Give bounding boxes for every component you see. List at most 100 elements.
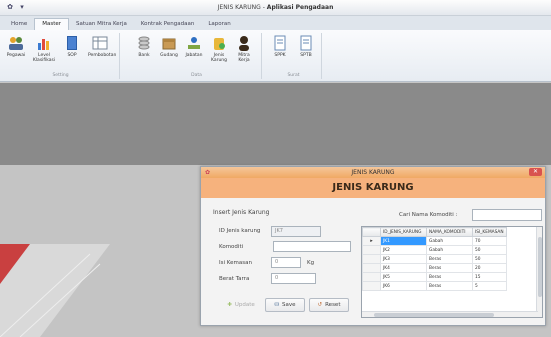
mitra-kerja-button[interactable]: Mitra Kerja (232, 35, 256, 63)
grid-column-header[interactable]: NAMA_KOMODITI (426, 227, 473, 237)
grid-column-header[interactable]: ID_JENIS_KARUNG (380, 227, 427, 237)
grid-cell[interactable]: JK3 (380, 254, 427, 264)
horizontal-scrollbar[interactable] (362, 311, 538, 317)
sptb-label: SPTB (300, 53, 312, 58)
jenis-karung-grid[interactable]: ID_JENIS_KARUNG NAMA_KOMODITI ISI_KEMASAN ▸… (361, 226, 543, 318)
grid-cell[interactable]: 5 (472, 281, 507, 291)
save-button[interactable]: ⛁ Save (265, 298, 305, 312)
ribbon-group-surat: SPPK SPTB Surat (266, 33, 322, 79)
pegawai-button[interactable]: Pegawai (4, 35, 28, 58)
grid-cell[interactable]: Gabah (426, 236, 473, 246)
grid-column-header[interactable]: ISI_KEMASAN (472, 227, 507, 237)
id-jenis-karung-field: JK7 (271, 226, 321, 237)
jenis-karung-dialog: ✿ JENIS KARUNG ✕ JENIS KARUNG Insert Jen… (200, 166, 546, 326)
search-label: Cari Nama Komoditi : (399, 212, 458, 218)
decorative-wedge (0, 244, 110, 337)
group-label-surat: Surat (287, 73, 300, 78)
row-header[interactable] (362, 272, 381, 282)
grid-cell[interactable]: JK4 (380, 263, 427, 273)
reset-icon: ↺ (317, 302, 323, 308)
sptb-button[interactable]: SPTB (294, 35, 318, 58)
grid-cell[interactable]: Beras (426, 254, 473, 264)
insert-section-title: Insert Jenis Karung (213, 209, 270, 216)
grid-cell[interactable]: Beras (426, 281, 473, 291)
grid-cell[interactable]: 20 (472, 263, 507, 273)
id-jenis-karung-label: ID Jenis karung (219, 228, 261, 234)
title-prefix: JENIS KARUNG (217, 4, 261, 11)
grid-cell[interactable]: 70 (472, 236, 507, 246)
pegawai-label: Pegawai (6, 53, 26, 58)
sppk-label: SPPK (274, 53, 286, 58)
dialog-title-bar: ✿ JENIS KARUNG ✕ (201, 167, 545, 178)
sppk-button[interactable]: SPPK (268, 35, 292, 58)
level-klasifikasi-label: Level Klasifikasi (32, 53, 56, 63)
kemasan-unit: Kg (307, 260, 315, 266)
jenis-karung-label: Jenis Karung (210, 53, 228, 63)
pembobotan-button[interactable]: Pembobotan (88, 35, 116, 58)
jenis-karung-button[interactable]: Jenis Karung (207, 35, 231, 63)
grid-cell[interactable]: JK2 (380, 245, 427, 255)
level-klasifikasi-button[interactable]: Level Klasifikasi (32, 35, 56, 63)
user-desk-icon (186, 35, 202, 51)
group-label-setting: Setting (52, 73, 69, 78)
isi-kemasan-value: 0 (275, 259, 279, 265)
tab-laporan[interactable]: Laporan (201, 19, 237, 30)
bank-button[interactable]: Bank (132, 35, 156, 58)
gudang-label: Gudang (160, 53, 178, 58)
gudang-button[interactable]: Gudang (157, 35, 181, 58)
window-title: JENIS KARUNG - Aplikasi Pengadaan (217, 4, 334, 11)
grid-cell[interactable]: Beras (426, 263, 473, 273)
horizontal-scroll-thumb[interactable] (374, 313, 494, 317)
jabatan-label: Jabatan (185, 53, 203, 58)
group-label-data: Data (191, 73, 202, 78)
users-icon (8, 35, 24, 51)
berat-tarra-value: 0 (275, 275, 279, 281)
tab-kontrak-pengadaan[interactable]: Kontrak Pengadaan (134, 19, 201, 30)
grid-cell[interactable]: JK5 (380, 272, 427, 282)
table-row[interactable]: ▸ JK1 Gabah 70 (362, 236, 507, 246)
grid-cell[interactable]: JK6 (380, 281, 427, 291)
tab-home[interactable]: Home (4, 19, 34, 30)
vertical-scroll-thumb[interactable] (538, 237, 542, 297)
grid-cell[interactable]: JK1 (380, 236, 427, 246)
row-header[interactable] (362, 245, 381, 255)
close-button[interactable]: ✕ (529, 168, 542, 176)
person-icon (236, 35, 252, 51)
table-row[interactable]: JK4 Beras 20 (362, 263, 507, 273)
table-row[interactable]: JK3 Beras 50 (362, 254, 507, 264)
grid-cell[interactable]: 15 (472, 272, 507, 282)
table-row[interactable]: JK6 Beras 5 (362, 281, 507, 291)
row-header[interactable]: ▸ (362, 236, 381, 246)
jabatan-button[interactable]: Jabatan (182, 35, 206, 58)
grid-cell[interactable]: Beras (426, 272, 473, 282)
tab-satuan-mitra-kerja[interactable]: Satuan Mitra Kerja (69, 19, 134, 30)
bank-label: Bank (138, 53, 150, 58)
table-row[interactable]: JK5 Beras 15 (362, 272, 507, 282)
sack-icon (211, 35, 227, 51)
vertical-scrollbar[interactable] (536, 227, 542, 317)
dialog-header: JENIS KARUNG (201, 178, 545, 198)
row-header[interactable] (362, 281, 381, 291)
isi-kemasan-input[interactable]: 0 (271, 257, 301, 268)
update-label: Update (234, 302, 255, 308)
dialog-body: Insert Jenis Karung ID Jenis karung JK7 … (201, 198, 545, 326)
sop-button[interactable]: SOP (60, 35, 84, 58)
grid-cell[interactable]: 50 (472, 254, 507, 264)
update-button[interactable]: ✚ Update (223, 298, 259, 312)
tab-master[interactable]: Master (34, 18, 70, 30)
search-komoditi-input[interactable] (472, 209, 542, 221)
row-header[interactable] (362, 254, 381, 264)
grid-corner (362, 227, 381, 237)
reset-button[interactable]: ↺ Reset (309, 298, 349, 312)
berat-tarra-input[interactable]: 0 (271, 273, 316, 284)
row-header[interactable] (362, 263, 381, 273)
bar-chart-icon (36, 35, 52, 51)
workspace-dark-band (0, 83, 551, 165)
reset-label: Reset (325, 302, 341, 308)
grid-cell[interactable]: Gabah (426, 245, 473, 255)
grid-cell[interactable]: 50 (472, 245, 507, 255)
table-row[interactable]: JK2 Gabah 50 (362, 245, 507, 255)
id-jenis-karung-value: JK7 (275, 228, 283, 234)
title-bar: ✿ ▾ JENIS KARUNG - Aplikasi Pengadaan (0, 0, 551, 16)
komoditi-input[interactable] (273, 241, 351, 252)
